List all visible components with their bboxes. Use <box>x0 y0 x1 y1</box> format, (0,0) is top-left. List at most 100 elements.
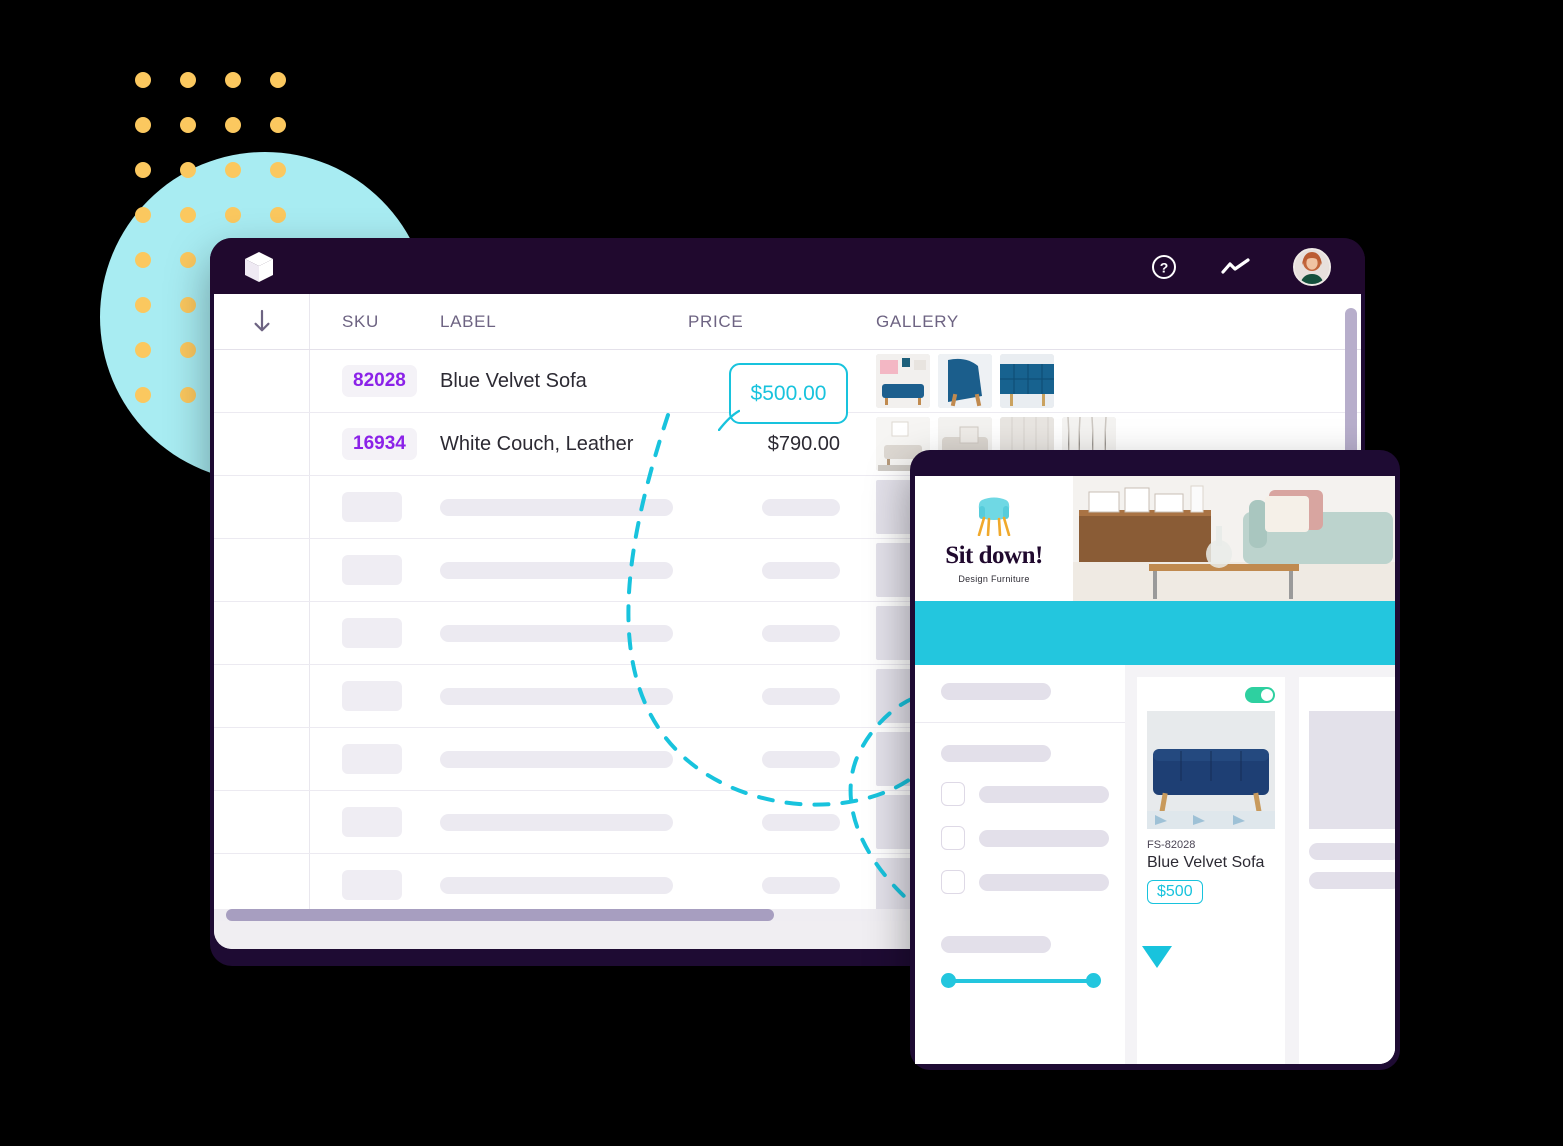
preview-top: Sit down! Design Furniture <box>915 476 1395 601</box>
label-cell <box>440 687 688 705</box>
decorative-dot <box>135 387 151 403</box>
card-toggle[interactable] <box>1245 687 1275 703</box>
skeleton-bar <box>941 936 1051 953</box>
checkbox-row[interactable] <box>941 782 1109 806</box>
row-select-cell <box>214 602 310 664</box>
sku-cell: 82028 <box>310 365 440 397</box>
avatar[interactable] <box>1293 248 1331 286</box>
decorative-dot <box>135 162 151 178</box>
skeleton-block <box>762 750 840 768</box>
skeleton-block <box>1309 872 1395 889</box>
sort-cell[interactable] <box>214 294 310 349</box>
decorative-dot <box>180 387 196 403</box>
skeleton-block <box>342 555 402 585</box>
decorative-dot <box>135 207 151 223</box>
price-cell <box>688 750 854 768</box>
label-cell <box>440 624 688 642</box>
skeleton-block <box>440 813 673 831</box>
checkbox-row[interactable] <box>941 826 1109 850</box>
horizontal-scrollbar-thumb[interactable] <box>226 909 774 921</box>
armchair-icon <box>971 494 1017 536</box>
price-cell <box>688 561 854 579</box>
range-slider[interactable] <box>941 973 1101 988</box>
brand-name: Sit down! <box>945 541 1043 569</box>
card-price[interactable]: $500 <box>1147 880 1203 904</box>
decorative-dot <box>225 117 241 133</box>
header-icons: ? <box>1149 248 1331 286</box>
checkbox[interactable] <box>941 782 965 806</box>
decorative-dot <box>180 72 196 88</box>
decorative-dot <box>225 72 241 88</box>
skeleton-block <box>440 624 673 642</box>
skeleton-block <box>762 624 840 642</box>
product-label: Blue Velvet Sofa <box>440 369 587 392</box>
gallery-thumbnail[interactable] <box>876 354 930 408</box>
price-cell <box>688 876 854 894</box>
card-sku: FS-82028 <box>1147 839 1196 851</box>
cube-icon[interactable] <box>242 250 276 284</box>
row-select-cell[interactable] <box>214 413 310 475</box>
price-cell[interactable]: $790.00 <box>688 433 854 456</box>
skeleton-block <box>440 687 673 705</box>
gallery-cell[interactable] <box>854 354 1361 408</box>
decorative-dot <box>180 252 196 268</box>
checkbox[interactable] <box>941 870 965 894</box>
skeleton-block <box>342 492 402 522</box>
skeleton-bar <box>941 683 1051 700</box>
sku-cell <box>310 744 440 774</box>
price-cell <box>688 687 854 705</box>
skeleton-block <box>342 618 402 648</box>
price-highlight-box[interactable]: $500.00 <box>718 363 848 431</box>
label-cell <box>440 498 688 516</box>
label-cell: Blue Velvet Sofa <box>440 370 688 393</box>
price-value: $790.00 <box>767 432 840 455</box>
skeleton-block <box>1309 843 1395 860</box>
checkbox[interactable] <box>941 826 965 850</box>
label-cell <box>440 813 688 831</box>
decorative-dot <box>135 72 151 88</box>
decorative-dot <box>135 117 151 133</box>
decorative-dot <box>180 342 196 358</box>
row-select-cell <box>214 854 310 916</box>
checkbox-row[interactable] <box>941 870 1109 894</box>
question-circle-icon[interactable]: ? <box>1149 252 1179 282</box>
sku-badge: 16934 <box>342 428 417 460</box>
app-header: ? <box>210 238 1365 294</box>
gallery-thumbnail[interactable] <box>938 354 992 408</box>
label-cell <box>440 750 688 768</box>
scene: ? SKU LABEL PRICE GALLERY 82028 Blue Vel… <box>0 0 1563 1146</box>
slider-handle-min[interactable] <box>941 973 956 988</box>
checkbox-list <box>941 782 1109 894</box>
trend-line-icon[interactable] <box>1221 252 1251 282</box>
preview-sidebar <box>915 665 1125 1064</box>
hero-image <box>1073 476 1395 601</box>
decorative-dot <box>135 342 151 358</box>
table-row[interactable]: 82028 Blue Velvet Sofa $500.00 <box>214 350 1361 431</box>
price-cell <box>688 624 854 642</box>
decorative-dot <box>135 252 151 268</box>
decorative-dot <box>225 162 241 178</box>
blue-sofa-photo <box>1147 711 1275 829</box>
price-value: $500.00 <box>750 381 827 405</box>
divider <box>915 722 1125 723</box>
column-header-gallery: GALLERY <box>876 311 959 331</box>
arrow-down-icon[interactable] <box>251 309 273 335</box>
gallery-thumbnail[interactable] <box>1000 354 1054 408</box>
skeleton-block <box>440 498 673 516</box>
product-card[interactable]: FS-82028 Blue Velvet Sofa $500 <box>1137 677 1285 1064</box>
skeleton-block <box>762 498 840 516</box>
sku-cell <box>310 618 440 648</box>
row-select-cell <box>214 665 310 727</box>
sku-cell <box>310 555 440 585</box>
column-header-label: LABEL <box>440 311 497 331</box>
label-cell: White Couch, Leather <box>440 433 688 456</box>
decorative-dot <box>225 207 241 223</box>
label-cell <box>440 876 688 894</box>
skeleton-block <box>979 873 1109 891</box>
row-select-cell <box>214 539 310 601</box>
decorative-dot <box>270 207 286 223</box>
product-card[interactable] <box>1299 677 1395 1064</box>
row-select-cell[interactable] <box>214 350 310 412</box>
slider-handle-max[interactable] <box>1086 973 1101 988</box>
decorative-dot <box>135 297 151 313</box>
